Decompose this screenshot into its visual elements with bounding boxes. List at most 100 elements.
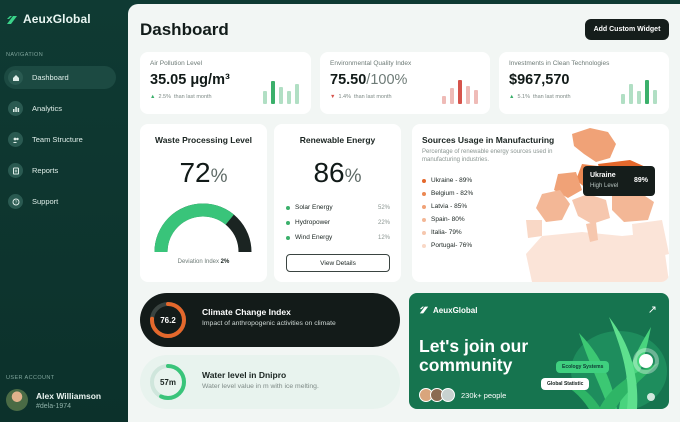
sidebar-item-reports[interactable]: Reports — [4, 159, 116, 182]
arrow-up-right-icon[interactable]: ↗ — [648, 303, 657, 316]
svg-text:?: ? — [14, 199, 17, 204]
mini-bar — [474, 90, 478, 104]
sidebar-item-label: Dashboard — [32, 73, 69, 82]
help-icon: ? — [8, 194, 23, 209]
waste-processing-card[interactable]: Waste Processing Level 72% Deviation Ind… — [140, 124, 267, 282]
stat-card-clean-tech-investments[interactable]: Investments in Clean Technologies $967,5… — [499, 52, 669, 114]
list-item: Italia- 79% — [422, 226, 473, 239]
user-handle: #dela-1974 — [36, 402, 72, 410]
renewable-value: 86% — [313, 157, 362, 188]
mini-bar — [295, 84, 299, 104]
sidebar: AeuxGlobal NAVIGATION Dashboard Analytic… — [0, 0, 128, 422]
trend-up-icon: ▲ — [509, 94, 515, 100]
mini-bar — [629, 84, 633, 104]
app-name: AeuxGlobal — [23, 12, 91, 26]
mini-bar-chart — [263, 78, 299, 104]
stat-card-environmental-quality[interactable]: Environmental Quality Index 75.50/100% ▼… — [320, 52, 490, 114]
water-subtitle: Water level value in m with ice melting. — [202, 383, 319, 390]
climate-subtitle: Impact of anthropogenic activities on cl… — [202, 320, 336, 327]
nav-caption: NAVIGATION — [6, 52, 44, 58]
sidebar-item-team-structure[interactable]: Team Structure — [4, 128, 116, 151]
people-icon — [8, 132, 23, 147]
map-tooltip: Ukraine High Level 89% — [583, 166, 655, 196]
renewable-energy-card[interactable]: Renewable Energy 86% Solar Energy 52% Hyd… — [274, 124, 401, 282]
tooltip-value: 89% — [633, 177, 648, 184]
sidebar-item-dashboard[interactable]: Dashboard — [4, 66, 116, 89]
card-title: Waste Processing Level — [154, 135, 252, 145]
list-item: Solar Energy 52% — [286, 204, 390, 211]
report-icon — [8, 163, 23, 178]
user-name: Alex Williamson — [36, 390, 102, 401]
user-account[interactable]: Alex Williamson #dela-1974 — [6, 389, 101, 411]
mini-bar — [637, 91, 641, 104]
trend-down-icon: ▼ — [330, 94, 336, 100]
chart-icon — [8, 101, 23, 116]
brand[interactable]: AeuxGlobal — [6, 12, 91, 26]
user-account-caption: USER ACCOUNT — [6, 375, 55, 381]
sidebar-item-label: Reports — [32, 166, 59, 175]
view-details-button[interactable]: View Details — [286, 254, 390, 272]
climate-title: Climate Change Index — [202, 307, 291, 317]
card-title: Sources Usage in Manufacturing — [422, 135, 555, 145]
community-members: 230k+ people — [419, 388, 506, 402]
page-title: Dashboard — [140, 20, 229, 39]
climate-change-card[interactable]: 76.2 Climate Change Index Impact of anth… — [140, 293, 400, 347]
community-count: 230k+ people — [461, 390, 507, 400]
list-item: Wind Energy 12% — [286, 234, 390, 241]
tooltip-level: High Level — [590, 183, 619, 189]
sources-list: Ukraine - 89% Belgium - 82% Latvia - 85%… — [422, 174, 473, 252]
stat-delta: ▲ 2.5% than last month — [150, 94, 212, 100]
water-title: Water level in Dnipro — [202, 370, 287, 380]
stat-card-air-pollution[interactable]: Air Pollution Level 35.05 μg/m³ ▲ 2.5% tha… — [140, 52, 311, 114]
mini-bar — [458, 80, 462, 104]
list-item: Latvia - 85% — [422, 200, 473, 213]
promo-headline: Let's join our community — [419, 336, 529, 375]
climate-value: 76.2 — [160, 315, 176, 325]
avatar — [441, 388, 455, 402]
sources-usage-card[interactable]: Sources Usage in Manufacturing Percentag… — [412, 124, 669, 282]
waste-gauge — [154, 203, 252, 253]
climate-ring: 76.2 — [147, 299, 189, 341]
list-item: Spain- 80% — [422, 213, 473, 226]
card-title: Renewable Energy — [299, 135, 376, 145]
mini-bar-chart — [442, 78, 478, 104]
stat-title: Environmental Quality Index — [330, 60, 412, 67]
mini-bar — [279, 87, 283, 104]
sidebar-item-support[interactable]: ? Support — [4, 190, 116, 213]
list-item: Belgium - 82% — [422, 187, 473, 200]
mini-bar — [450, 88, 454, 104]
water-level-card[interactable]: 57m Water level in Dnipro Water level va… — [140, 355, 400, 409]
mini-bar — [645, 80, 649, 104]
water-value: 57m — [159, 377, 176, 387]
stat-value: 75.50/100% — [330, 72, 408, 88]
stat-delta: ▼ 1.4% than last month — [330, 94, 392, 100]
sidebar-item-label: Support — [32, 197, 59, 206]
mini-bar-chart — [621, 78, 657, 104]
stat-value: $967,570 — [509, 72, 570, 88]
renewable-list: Solar Energy 52% Hydropower 22% Wind Energ… — [286, 204, 390, 249]
waste-value: 72% — [179, 157, 228, 188]
list-item: Portugal- 76% — [422, 239, 473, 252]
list-item: Ukraine - 89% — [422, 174, 473, 187]
chip-ecology-systems: Ecology Systems — [556, 361, 610, 373]
card-subtitle: Percentage of renewable energy sources u… — [422, 149, 553, 163]
logo-icon — [419, 306, 429, 314]
avatar — [6, 389, 28, 411]
mini-bar — [263, 91, 267, 104]
sidebar-item-analytics[interactable]: Analytics — [4, 97, 116, 120]
mini-bar — [466, 86, 470, 104]
mini-bar — [271, 81, 275, 104]
logo-icon — [6, 13, 18, 25]
nav-list: Dashboard Analytics Team Structure Repor… — [4, 66, 116, 221]
trend-up-icon: ▲ — [150, 94, 156, 100]
waste-gauge-fill — [154, 203, 234, 253]
add-custom-widget-button[interactable]: Add Custom Widget — [585, 19, 669, 40]
mini-bar — [442, 96, 446, 104]
community-promo-card[interactable]: AeuxGlobal ↗ Let's join our community Ec… — [409, 293, 669, 409]
mini-bar — [621, 94, 625, 104]
stat-value: 35.05 μg/m³ — [150, 72, 230, 88]
stat-title: Air Pollution Level — [150, 60, 203, 67]
main-panel: Dashboard Add Custom Widget Air Pollutio… — [128, 4, 680, 422]
sidebar-item-label: Analytics — [32, 104, 63, 113]
chip-global-statistic: Global Statistic — [541, 378, 590, 390]
